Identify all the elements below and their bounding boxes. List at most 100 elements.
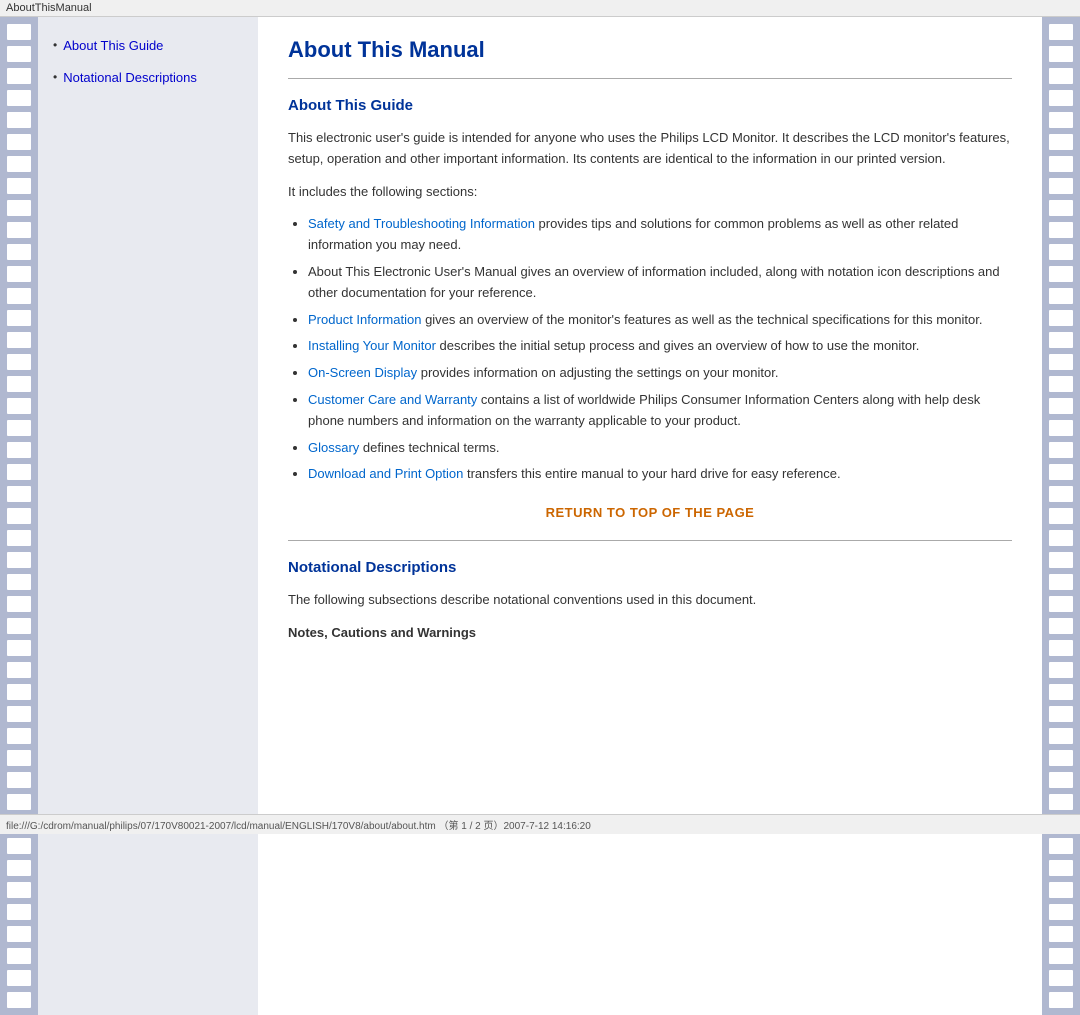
border-tooth [7, 860, 31, 876]
border-tooth [1049, 222, 1073, 238]
border-tooth [7, 618, 31, 634]
content-list: Safety and Troubleshooting Information p… [308, 214, 1012, 485]
border-tooth [1049, 706, 1073, 722]
border-tooth [1049, 772, 1073, 788]
border-tooth [7, 640, 31, 656]
sidebar-link-about-guide[interactable]: About This Guide [63, 37, 163, 55]
border-tooth [1049, 310, 1073, 326]
border-tooth [1049, 134, 1073, 150]
about-guide-intro: This electronic user's guide is intended… [288, 128, 1012, 170]
border-tooth [1049, 398, 1073, 414]
border-tooth [1049, 860, 1073, 876]
border-tooth [7, 288, 31, 304]
border-tooth [1049, 684, 1073, 700]
list-item: Download and Print Option transfers this… [308, 464, 1012, 485]
section-about-guide: About This Guide This electronic user's … [288, 97, 1012, 520]
border-tooth [7, 464, 31, 480]
border-tooth [1049, 354, 1073, 370]
border-tooth [1049, 662, 1073, 678]
border-tooth [1049, 90, 1073, 106]
sidebar-item-about-guide[interactable]: • About This Guide [53, 37, 243, 55]
border-tooth [1049, 992, 1073, 1008]
border-tooth [7, 728, 31, 744]
border-tooth [1049, 244, 1073, 260]
border-tooth [1049, 464, 1073, 480]
list-item: Customer Care and Warranty contains a li… [308, 390, 1012, 432]
border-tooth [1049, 68, 1073, 84]
border-tooth [7, 68, 31, 84]
border-tooth [1049, 24, 1073, 40]
border-tooth [7, 926, 31, 942]
list-item: Installing Your Monitor describes the in… [308, 336, 1012, 357]
sidebar-link-notational[interactable]: Notational Descriptions [63, 69, 197, 87]
border-tooth [7, 156, 31, 172]
list-item: Safety and Troubleshooting Information p… [308, 214, 1012, 256]
border-tooth [7, 838, 31, 854]
main-layout: • About This Guide • Notational Descript… [0, 17, 1080, 1015]
osd-link[interactable]: On-Screen Display [308, 365, 417, 380]
border-tooth [1049, 266, 1073, 282]
content-area: About This Manual About This Guide This … [258, 17, 1042, 1015]
border-tooth [7, 552, 31, 568]
list-item: On-Screen Display provides information o… [308, 363, 1012, 384]
border-tooth [1049, 970, 1073, 986]
border-tooth [7, 992, 31, 1008]
border-tooth [7, 508, 31, 524]
sidebar-bullet: • [53, 69, 57, 86]
border-tooth [7, 46, 31, 62]
border-tooth [1049, 552, 1073, 568]
title-bar-text: AboutThisManual [6, 2, 92, 14]
border-tooth [7, 596, 31, 612]
border-tooth [7, 750, 31, 766]
list-item: Glossary defines technical terms. [308, 438, 1012, 459]
border-tooth [1049, 618, 1073, 634]
border-tooth [7, 486, 31, 502]
border-tooth [1049, 794, 1073, 810]
border-tooth [1049, 46, 1073, 62]
border-tooth [1049, 200, 1073, 216]
download-print-link[interactable]: Download and Print Option [308, 466, 463, 481]
product-info-link[interactable]: Product Information [308, 312, 421, 327]
customer-care-link[interactable]: Customer Care and Warranty [308, 392, 477, 407]
border-tooth [7, 574, 31, 590]
return-to-top-link[interactable]: RETURN TO TOP OF THE PAGE [288, 505, 1012, 520]
border-tooth [1049, 112, 1073, 128]
border-tooth [1049, 596, 1073, 612]
border-tooth [1049, 530, 1073, 546]
sidebar-bullet: • [53, 37, 57, 54]
border-tooth [7, 904, 31, 920]
border-tooth [1049, 508, 1073, 524]
border-tooth [7, 442, 31, 458]
border-tooth [7, 178, 31, 194]
border-tooth [1049, 332, 1073, 348]
safety-link[interactable]: Safety and Troubleshooting Information [308, 216, 535, 231]
about-guide-heading: About This Guide [288, 97, 1012, 114]
sidebar-item-notational[interactable]: • Notational Descriptions [53, 69, 243, 87]
glossary-link[interactable]: Glossary [308, 440, 359, 455]
border-tooth [7, 244, 31, 260]
border-tooth [1049, 178, 1073, 194]
border-tooth [1049, 574, 1073, 590]
border-tooth [7, 332, 31, 348]
border-tooth [1049, 420, 1073, 436]
border-tooth [7, 310, 31, 326]
left-border [0, 17, 38, 1015]
border-tooth [1049, 926, 1073, 942]
border-tooth [1049, 288, 1073, 304]
border-tooth [7, 662, 31, 678]
border-tooth [7, 266, 31, 282]
notational-heading: Notational Descriptions [288, 559, 1012, 576]
title-bar: AboutThisManual [0, 0, 1080, 17]
border-tooth [1049, 442, 1073, 458]
border-tooth [1049, 376, 1073, 392]
installing-monitor-link[interactable]: Installing Your Monitor [308, 338, 436, 353]
border-tooth [1049, 486, 1073, 502]
border-tooth [7, 772, 31, 788]
border-tooth [1049, 882, 1073, 898]
status-bar: file:///G:/cdrom/manual/philips/07/170V8… [0, 814, 1080, 834]
border-tooth [7, 222, 31, 238]
notes-subheading: Notes, Cautions and Warnings [288, 623, 1012, 644]
border-tooth [7, 970, 31, 986]
border-tooth [7, 24, 31, 40]
border-tooth [7, 134, 31, 150]
